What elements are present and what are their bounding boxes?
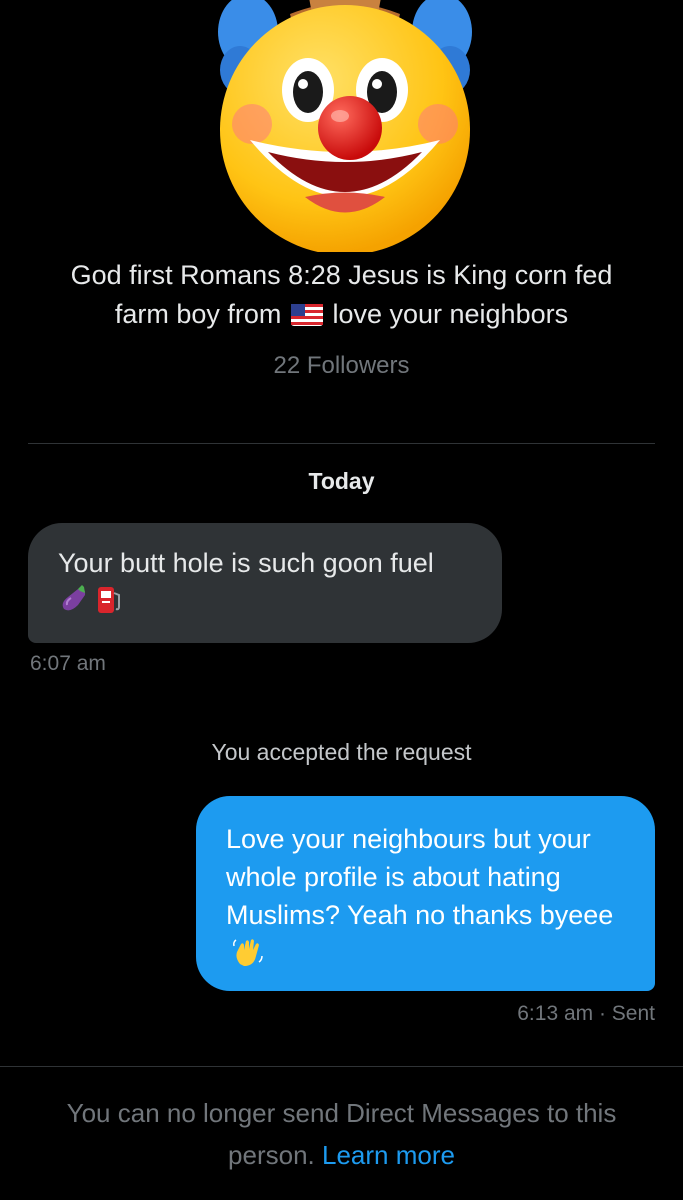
clown-cowboy-emoji-icon (218, 0, 472, 255)
date-separator: Today (308, 468, 375, 494)
footer-divider (0, 1066, 683, 1067)
learn-more-link[interactable]: Learn more (322, 1140, 455, 1170)
profile-avatar[interactable] (210, 0, 480, 255)
outgoing-message-content: Love your neighbours but your whole prof… (226, 820, 631, 972)
incoming-message-bubble[interactable]: Your butt hole is such goon fuel (28, 523, 502, 643)
incoming-message-emojis (58, 583, 472, 617)
request-accepted-notice: You accepted the request (211, 739, 472, 765)
outgoing-message-text: Love your neighbours but your whole prof… (226, 824, 614, 930)
us-flag-icon (290, 304, 323, 326)
bio-text-end: love your neighbors (332, 299, 569, 329)
fuel-pump-icon (98, 587, 121, 613)
waving-hand-icon (233, 939, 263, 966)
outgoing-message-status: 6:13 am · Sent (517, 1002, 655, 1025)
dm-disabled-notice: You can no longer send Direct Messages t… (30, 1092, 653, 1176)
outgoing-message-bubble[interactable]: Love your neighbours but your whole prof… (196, 796, 655, 991)
profile-bio: God first Romans 8:28 Jesus is King corn… (40, 256, 643, 334)
eggplant-icon (62, 585, 86, 611)
incoming-message-text: Your butt hole is such goon fuel (58, 548, 434, 578)
followers-count[interactable]: 22 Followers (0, 352, 683, 380)
profile-divider (28, 443, 655, 444)
incoming-message-time: 6:07 am (30, 652, 106, 675)
